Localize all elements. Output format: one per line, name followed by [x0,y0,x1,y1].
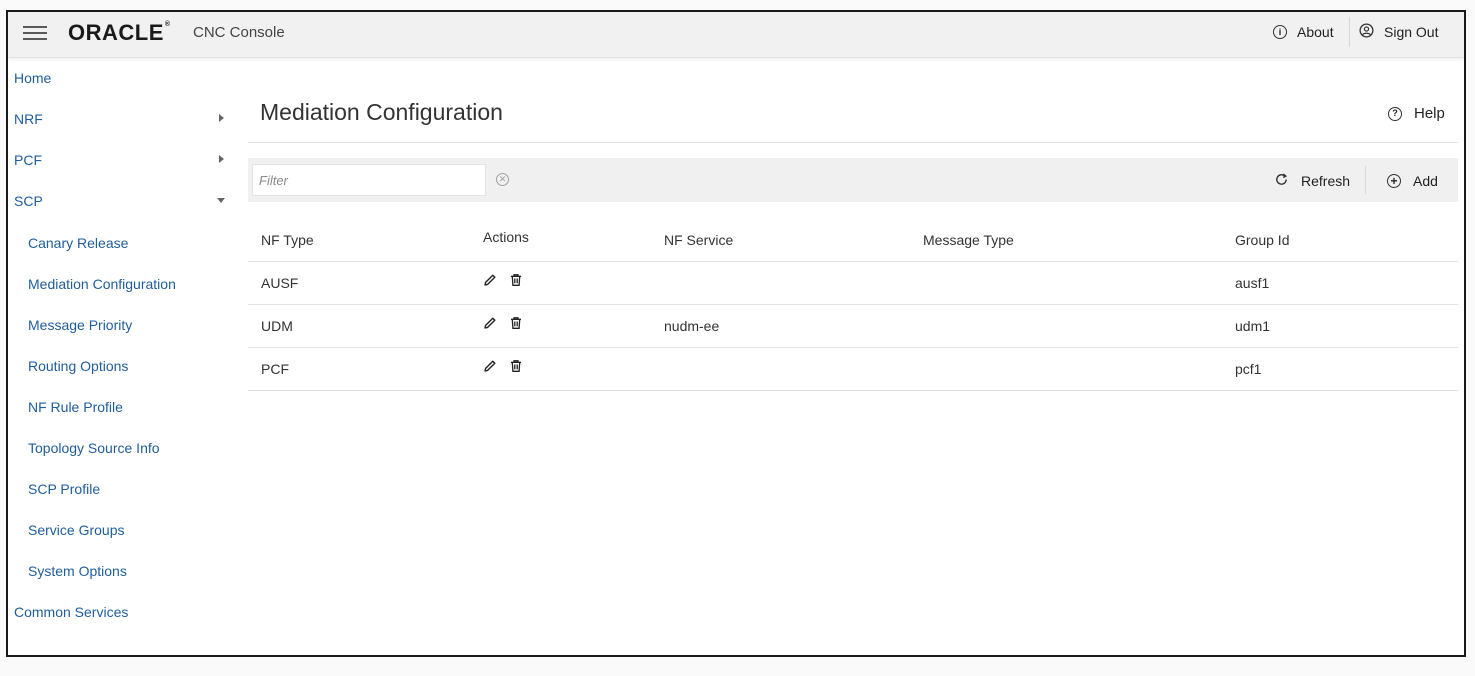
sidebar-item-canary-release[interactable]: Canary Release [28,231,238,255]
cell-nf-type: AUSF [261,275,299,291]
caret-right-icon [219,155,224,163]
sidebar-item-label: PCF [14,152,42,168]
cell-group-id: udm1 [1235,318,1271,334]
table-row: UDM nudm-ee udm1 [248,305,1458,348]
refresh-button[interactable]: Refresh [1274,170,1350,192]
sidebar-item-message-priority[interactable]: Message Priority [28,313,238,337]
add-button[interactable]: + Add [1387,170,1438,192]
hamburger-menu-icon[interactable] [23,24,47,42]
sign-out-button[interactable]: Sign Out [1359,21,1438,43]
help-button[interactable]: ? Help [1388,105,1445,122]
filter-input[interactable] [252,164,486,196]
column-header-message-type[interactable]: Message Type [923,219,1014,261]
sidebar-item-label: Mediation Configuration [28,276,176,292]
column-header-nf-service[interactable]: NF Service [664,219,733,261]
sidebar-item-mediation-configuration[interactable]: Mediation Configuration [28,272,238,296]
sidebar-item-label: System Options [28,563,127,579]
sidebar-item-service-groups[interactable]: Service Groups [28,518,238,542]
toolbar-divider [1365,166,1366,194]
refresh-icon [1274,172,1289,190]
sidebar-item-label: SCP Profile [28,481,101,497]
sidebar-item-scp[interactable]: SCP [14,189,225,213]
sidebar-item-topology-source-info[interactable]: Topology Source Info [28,436,238,460]
question-circle-icon: ? [1388,106,1402,121]
cell-group-id: ausf1 [1235,275,1270,291]
add-circle-icon: + [1387,174,1401,188]
sidebar-item-nrf[interactable]: NRF [14,107,224,131]
sidebar-item-label: SCP [14,193,43,209]
sidebar-item-routing-options[interactable]: Routing Options [28,354,238,378]
sidebar-item-scp-profile[interactable]: SCP Profile [28,477,238,501]
delete-trash-icon[interactable] [509,359,523,373]
sidebar-item-home[interactable]: Home [14,66,224,90]
table-toolbar: ✕ Refresh + Add [248,158,1458,202]
sidebar-item-label: Home [14,70,52,86]
sign-out-label: Sign Out [1384,24,1439,40]
sidebar-item-label: NF Rule Profile [28,399,123,415]
info-icon: i [1273,25,1287,39]
sidebar-item-label: Routing Options [28,358,129,374]
cell-group-id: pcf1 [1235,361,1262,377]
logo-registered-mark: ® [164,20,171,28]
cell-nf-type: UDM [261,318,293,334]
cell-nf-type: PCF [261,361,289,377]
edit-pencil-icon[interactable] [483,273,497,287]
clear-filter-icon[interactable]: ✕ [496,173,509,186]
sidebar-item-label: Message Priority [28,317,133,333]
table-row: AUSF ausf1 [248,262,1458,305]
title-divider [248,142,1458,143]
cell-actions [483,302,523,344]
header-divider [1349,17,1350,47]
caret-down-icon [217,198,225,203]
logo-text: ORACLE [68,20,164,45]
refresh-label: Refresh [1301,173,1351,189]
about-label: About [1297,24,1334,40]
cell-actions [483,259,523,301]
user-circle-icon [1359,23,1374,41]
column-header-nf-type[interactable]: NF Type [261,219,314,261]
sidebar-item-nf-rule-profile[interactable]: NF Rule Profile [28,395,238,419]
oracle-logo: ORACLE® [68,20,171,46]
sidebar-item-label: Common Services [14,604,129,620]
app-name: CNC Console [193,24,285,41]
app-window: ORACLE® CNC Console i About Sign Out Hom… [6,10,1466,657]
sidebar-item-label: NRF [14,111,43,127]
table-row: PCF pcf1 [248,348,1458,391]
sidebar-item-system-options[interactable]: System Options [28,559,238,583]
about-button[interactable]: i About [1273,21,1334,43]
sidebar-item-label: Canary Release [28,235,129,251]
sidebar-item-label: Topology Source Info [28,440,160,456]
table-header-row: NF Type Actions NF Service Message Type … [248,219,1458,262]
sidebar-item-pcf[interactable]: PCF [14,148,224,172]
caret-right-icon [219,114,224,122]
cell-actions [483,345,523,387]
page-title: Mediation Configuration [260,99,503,125]
add-label: Add [1413,173,1438,189]
edit-pencil-icon[interactable] [483,359,497,373]
edit-pencil-icon[interactable] [483,316,497,330]
column-header-group-id[interactable]: Group Id [1235,219,1289,261]
sidebar-nav: Home NRF PCF SCP Canary Release Mediatio… [8,58,233,655]
cell-nf-service: nudm-ee [664,318,720,334]
top-header: ORACLE® CNC Console i About Sign Out [8,12,1464,58]
mediation-table: NF Type Actions NF Service Message Type … [248,219,1458,391]
column-header-actions: Actions [483,229,529,245]
delete-trash-icon[interactable] [509,316,523,330]
help-label: Help [1414,105,1445,122]
delete-trash-icon[interactable] [509,273,523,287]
sidebar-item-common-services[interactable]: Common Services [14,600,224,624]
sidebar-item-label: Service Groups [28,522,125,538]
